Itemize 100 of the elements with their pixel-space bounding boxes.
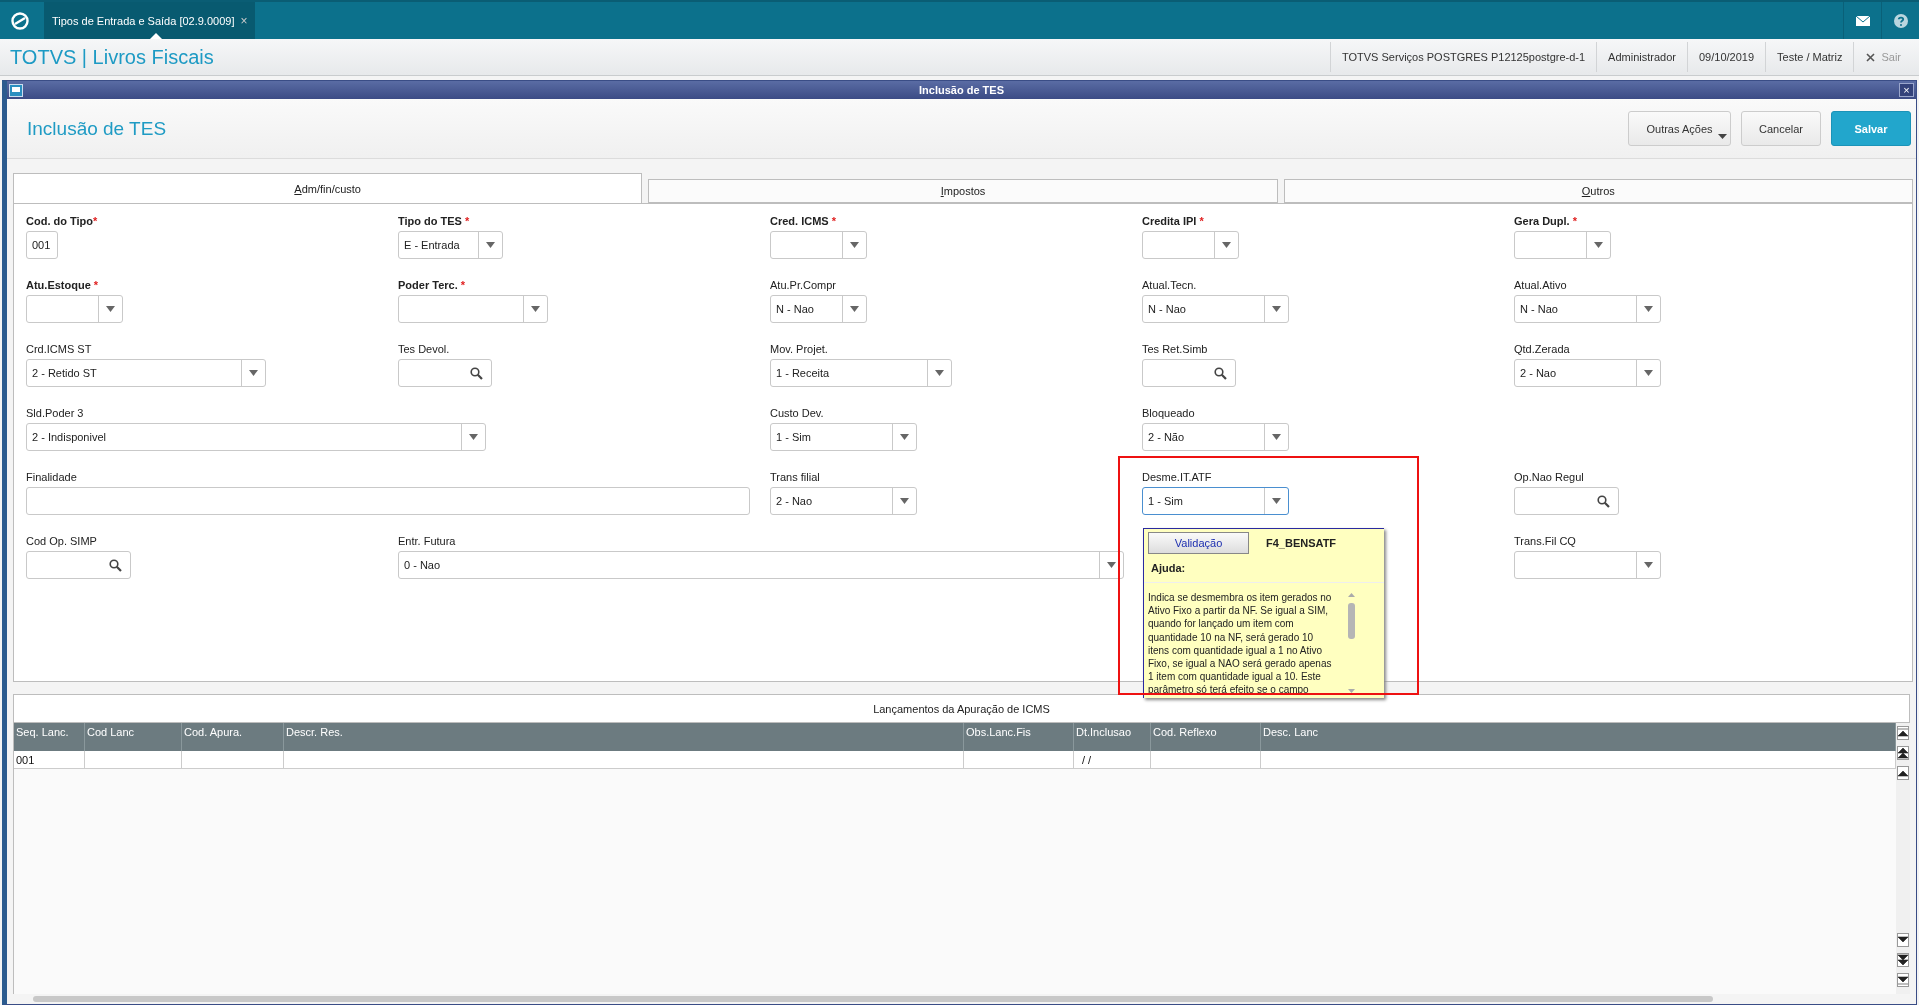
dropdown[interactable] bbox=[1142, 231, 1239, 259]
dropdown-arrow-icon bbox=[1644, 562, 1653, 568]
dropdown-arrow-icon bbox=[531, 306, 540, 312]
field-label: Op.Nao Regul bbox=[1514, 470, 1584, 484]
column-header[interactable]: Obs.Lanc.Fis bbox=[964, 723, 1074, 751]
field-label: Cod Op. SIMP bbox=[26, 534, 97, 548]
field-label: Gera Dupl. * bbox=[1514, 214, 1577, 228]
validation-button[interactable]: Validação bbox=[1148, 532, 1249, 554]
session-info: TOTVS Serviços POSTGRES P12125postgre-d-1 bbox=[1330, 42, 1597, 72]
dropdown[interactable] bbox=[1514, 231, 1611, 259]
dropdown-arrow-icon bbox=[106, 306, 115, 312]
table-cell: / / bbox=[1074, 751, 1151, 769]
dropdown[interactable]: 1 - Sim bbox=[770, 423, 917, 451]
dropdown-arrow-icon bbox=[1222, 242, 1231, 248]
dropdown-arrow-icon bbox=[249, 370, 258, 376]
lookup-field[interactable] bbox=[1142, 359, 1236, 387]
dropdown[interactable]: 2 - Indisponivel bbox=[26, 423, 486, 451]
field-label: Cred. ICMS * bbox=[770, 214, 837, 228]
field-label: Mov. Projet. bbox=[770, 342, 828, 356]
dropdown[interactable]: 2 - Retido ST bbox=[26, 359, 266, 387]
scroll-up-button[interactable] bbox=[1897, 726, 1909, 740]
session-info: Administrador bbox=[1596, 42, 1687, 72]
mail-icon bbox=[1855, 15, 1870, 26]
lookup-field[interactable] bbox=[398, 359, 492, 387]
page-title: Inclusão de TES bbox=[27, 117, 167, 140]
field-label: Atual.Ativo bbox=[1514, 278, 1567, 292]
dropdown[interactable] bbox=[1514, 551, 1661, 579]
field-label: Trans.Fil CQ bbox=[1514, 534, 1576, 548]
field-label: Tipo do TES * bbox=[398, 214, 470, 228]
help-heading: Ajuda: bbox=[1151, 562, 1187, 574]
scroll-up-button[interactable] bbox=[1897, 746, 1909, 760]
scroll-down-button[interactable] bbox=[1897, 933, 1909, 947]
column-header[interactable]: Cod Lanc bbox=[85, 723, 182, 751]
dropdown-arrow-icon bbox=[1644, 370, 1653, 376]
dropdown-arrow-icon bbox=[469, 434, 478, 440]
dropdown[interactable] bbox=[26, 295, 123, 323]
dropdown[interactable]: N - Nao bbox=[1142, 295, 1289, 323]
dropdown[interactable]: E - Entrada bbox=[398, 231, 503, 259]
field-code: F4_BENSATF bbox=[1266, 537, 1337, 549]
dropdown[interactable]: 2 - Nao bbox=[770, 487, 917, 515]
logo-icon[interactable] bbox=[10, 11, 30, 31]
caret-icon bbox=[1718, 134, 1727, 139]
close-icon bbox=[1866, 52, 1876, 62]
tab-title: Tipos de Entrada e Saída [02.9.0009] bbox=[52, 14, 235, 27]
column-header[interactable]: Descr. Res. bbox=[284, 723, 964, 751]
cancel-button[interactable]: Cancelar bbox=[1741, 111, 1821, 146]
dropdown[interactable] bbox=[770, 231, 867, 259]
actions-menu-button[interactable]: Outras Ações bbox=[1628, 111, 1731, 146]
dropdown-arrow-icon bbox=[935, 370, 944, 376]
dropdown[interactable]: 2 - Nao bbox=[1514, 359, 1661, 387]
dropdown[interactable]: N - Nao bbox=[1514, 295, 1661, 323]
scrollbar[interactable] bbox=[33, 996, 1713, 1002]
app-title: TOTVS | Livros Fiscais bbox=[10, 45, 214, 69]
field-label: Bloqueado bbox=[1142, 406, 1195, 420]
dropdown[interactable] bbox=[398, 295, 548, 323]
dropdown-arrow-icon bbox=[486, 242, 495, 248]
column-header[interactable]: Cod. Apura. bbox=[182, 723, 284, 751]
dropdown-arrow-icon bbox=[1272, 434, 1281, 440]
column-header[interactable]: Seq. Lanc. bbox=[14, 723, 85, 751]
column-header[interactable]: Cod. Reflexo bbox=[1151, 723, 1261, 751]
tab[interactable]: Adm/fin/custo bbox=[13, 173, 643, 203]
dropdown[interactable]: 2 - Não bbox=[1142, 423, 1289, 451]
dropdown[interactable]: N - Nao bbox=[770, 295, 867, 323]
dropdown-arrow-icon bbox=[1272, 498, 1281, 504]
field-label: Cod. do Tipo* bbox=[26, 214, 98, 228]
scroll-down-button[interactable] bbox=[1897, 953, 1909, 967]
table-cell: 001 bbox=[14, 751, 85, 769]
column-header[interactable]: Desc. Lanc bbox=[1261, 723, 1896, 751]
dropdown-arrow-icon bbox=[1594, 242, 1603, 248]
tab[interactable]: Impostos bbox=[648, 179, 1278, 203]
dropdown-arrow-icon bbox=[900, 434, 909, 440]
close-button[interactable]: × bbox=[1899, 83, 1914, 97]
search-icon bbox=[1597, 494, 1610, 508]
field-label: Entr. Futura bbox=[398, 534, 456, 548]
field-label: Atu.Pr.Compr bbox=[770, 278, 837, 292]
field-label: Trans filial bbox=[770, 470, 820, 484]
scrollbar[interactable] bbox=[1346, 591, 1357, 695]
scroll-up-button[interactable] bbox=[1897, 766, 1909, 780]
lookup-field[interactable] bbox=[1514, 487, 1619, 515]
dropdown[interactable]: 1 - Sim bbox=[1142, 487, 1289, 515]
search-icon bbox=[470, 366, 483, 380]
tab-close[interactable]: × bbox=[240, 13, 248, 28]
search-icon bbox=[109, 558, 122, 572]
tab[interactable]: Outros bbox=[1283, 179, 1913, 203]
window-title: Inclusão de TES bbox=[919, 84, 1004, 96]
column-header[interactable]: Dt.Inclusao bbox=[1074, 723, 1151, 751]
lookup-field[interactable] bbox=[26, 551, 131, 579]
window-icon bbox=[9, 83, 23, 97]
input-field[interactable]: 001 bbox=[26, 231, 58, 259]
session-info: Teste / Matriz bbox=[1765, 42, 1854, 72]
scroll-down-button[interactable] bbox=[1897, 973, 1909, 987]
field-label: Qtd.Zerada bbox=[1514, 342, 1570, 356]
dropdown[interactable]: 0 - Nao bbox=[398, 551, 1124, 579]
search-icon bbox=[1214, 366, 1227, 380]
dropdown[interactable]: 1 - Receita bbox=[770, 359, 952, 387]
field-label: Tes Ret.Simb bbox=[1142, 342, 1208, 356]
dropdown-arrow-icon bbox=[1644, 306, 1653, 312]
field-label: Atual.Tecn. bbox=[1142, 278, 1197, 292]
app-tab[interactable]: Tipos de Entrada e Saída [02.9.0009] × bbox=[44, 2, 256, 39]
input-field[interactable] bbox=[26, 487, 750, 515]
